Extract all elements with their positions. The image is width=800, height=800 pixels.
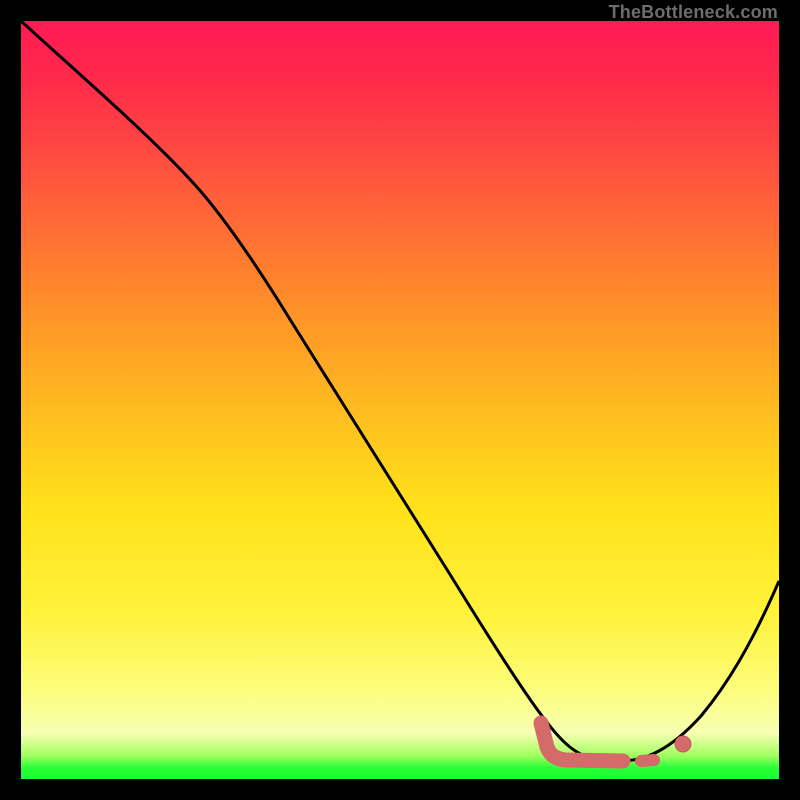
chart-overlay [21, 21, 779, 779]
min-marker-dash [641, 760, 654, 761]
plot-area [21, 21, 779, 779]
chart-frame [21, 21, 779, 779]
bottleneck-curve [21, 21, 779, 761]
watermark-text: TheBottleneck.com [609, 2, 778, 23]
marker-dot-icon [675, 736, 691, 752]
